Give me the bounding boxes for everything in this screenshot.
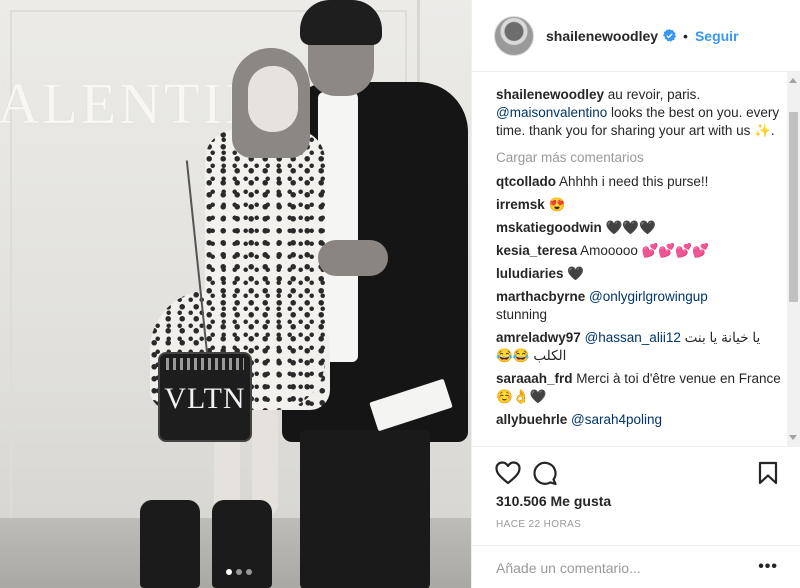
comment-item: saraaah_frd Merci à toi d'être venue en … bbox=[496, 370, 783, 406]
comment-username[interactable]: allybuehrle bbox=[496, 412, 567, 427]
post-timestamp[interactable]: HACE 22 HORAS bbox=[496, 519, 581, 530]
comment-mention[interactable]: @hassan_alii12 bbox=[581, 330, 681, 345]
comment-username[interactable]: irremsk bbox=[496, 197, 545, 212]
comment-item: qtcollado Ahhhh i need this purse!! bbox=[496, 173, 783, 191]
comment-username[interactable]: saraaah_frd bbox=[496, 371, 573, 386]
man-hand bbox=[318, 240, 388, 276]
handbag: VLTN bbox=[158, 352, 252, 442]
bag-logo: VLTN bbox=[164, 382, 246, 415]
scrollbar-thumb[interactable] bbox=[789, 112, 798, 302]
carousel-dots bbox=[226, 569, 252, 575]
profile-avatar[interactable] bbox=[494, 15, 534, 56]
comment-item: allybuehrle @sarah4poling bbox=[496, 411, 783, 429]
comment-item: amreladwy97 @hassan_alii12 يا خيانة يا ب… bbox=[496, 329, 783, 365]
comment-username[interactable]: kesia_teresa bbox=[496, 243, 577, 258]
more-options-icon[interactable]: ••• bbox=[758, 558, 778, 576]
post-actions: 310.506 Me gusta HACE 22 HORAS ••• bbox=[472, 446, 800, 588]
comments-list[interactable]: shailenewoodley au revoir, paris. @maiso… bbox=[472, 72, 799, 446]
header-separator: • bbox=[683, 27, 688, 44]
comment-text: stunning bbox=[496, 307, 548, 322]
load-more-comments-button[interactable]: Cargar más comentarios bbox=[496, 149, 783, 167]
comment-username[interactable]: marthacbyrne bbox=[496, 289, 585, 304]
carousel-dot[interactable] bbox=[236, 569, 242, 575]
comment-mention[interactable]: @onlygirlgrowingup bbox=[585, 289, 708, 304]
comment-input[interactable] bbox=[496, 556, 736, 580]
heart-icon[interactable] bbox=[494, 459, 522, 487]
post-photo[interactable]: VALENTINO VLTN bbox=[0, 0, 471, 588]
woman-face bbox=[248, 66, 298, 132]
add-comment-bar: ••• bbox=[472, 545, 800, 588]
like-count[interactable]: 310.506 Me gusta bbox=[496, 493, 611, 509]
carousel-dot[interactable] bbox=[226, 569, 232, 575]
comment-username[interactable]: luludiaries bbox=[496, 266, 564, 281]
comment-item: luludiaries 🖤 bbox=[496, 265, 783, 283]
comment-text: Ahhhh i need this purse!! bbox=[556, 174, 709, 189]
caption-username[interactable]: shailenewoodley bbox=[496, 87, 604, 102]
carousel-dot[interactable] bbox=[246, 569, 252, 575]
follow-button[interactable]: Seguir bbox=[695, 28, 739, 44]
boot-left bbox=[140, 500, 200, 588]
action-icons bbox=[494, 459, 782, 487]
post-sidebar: shailenewoodley • Seguir shailenewoodley… bbox=[471, 0, 800, 588]
comment-username[interactable]: mskatiegoodwin bbox=[496, 220, 602, 235]
comment-username[interactable]: amreladwy97 bbox=[496, 330, 581, 345]
comments-scrollbar[interactable] bbox=[787, 72, 800, 446]
comment-icon[interactable] bbox=[530, 459, 558, 487]
scroll-down-arrow-icon[interactable] bbox=[789, 435, 797, 440]
comment-item: marthacbyrne @onlygirlgrowingup stunning bbox=[496, 288, 783, 324]
woman-leg-right bbox=[252, 405, 278, 515]
comment-item: kesia_teresa Amooooo 💕💕💕💕 bbox=[496, 242, 783, 260]
comment-text: 🖤🖤🖤 bbox=[601, 220, 656, 235]
caption-mention[interactable]: @maisonvalentino bbox=[496, 105, 607, 120]
comment-username[interactable]: qtcollado bbox=[496, 174, 556, 189]
comment-mention[interactable]: @sarah4poling bbox=[567, 412, 662, 427]
post-header: shailenewoodley • Seguir bbox=[472, 0, 800, 72]
bag-studs bbox=[166, 358, 244, 370]
scroll-up-arrow-icon[interactable] bbox=[789, 78, 797, 83]
comment-text: 😍 bbox=[544, 197, 566, 212]
post-caption: shailenewoodley au revoir, paris. @maiso… bbox=[496, 86, 783, 140]
header-username[interactable]: shailenewoodley bbox=[546, 28, 658, 44]
man-legs bbox=[300, 430, 430, 588]
verified-badge-icon bbox=[663, 29, 677, 42]
comment-text: 🖤 bbox=[563, 266, 585, 281]
comment-item: mskatiegoodwin 🖤🖤🖤 bbox=[496, 219, 783, 237]
bookmark-icon[interactable] bbox=[754, 459, 782, 487]
man-hair bbox=[300, 0, 382, 45]
comment-item: irremsk 😍 bbox=[496, 196, 783, 214]
caption-text: au revoir, paris. bbox=[604, 87, 701, 102]
comment-text: Amooooo 💕💕💕💕 bbox=[577, 243, 709, 258]
